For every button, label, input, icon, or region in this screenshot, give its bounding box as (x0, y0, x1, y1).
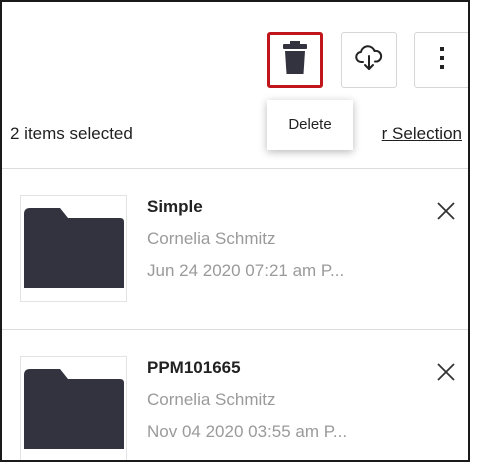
delete-button[interactable] (267, 32, 323, 88)
trash-icon (283, 40, 307, 80)
remove-item-button[interactable] (434, 199, 458, 223)
item-name: PPM101665 (147, 358, 241, 377)
selection-bar: 2 items selected r Selection (2, 100, 468, 169)
more-vertical-icon (439, 46, 445, 75)
toolbar (2, 2, 468, 100)
item-thumbnail (20, 356, 127, 460)
item-thumbnail (20, 195, 127, 302)
list-item[interactable]: PPM101665 Cornelia Schmitz Nov 04 2020 0… (2, 330, 468, 460)
item-date: Jun 24 2020 07:21 am P... (147, 261, 345, 280)
close-icon (437, 202, 455, 220)
clear-selection-link[interactable]: r Selection (382, 124, 462, 144)
item-owner: Cornelia Schmitz (147, 390, 276, 409)
delete-tooltip: Delete (267, 100, 353, 150)
cloud-download-icon (354, 43, 384, 78)
close-icon (437, 363, 455, 381)
selection-panel: 2 items selected r Selection Delete Simp… (0, 0, 470, 462)
more-options-button[interactable] (414, 32, 468, 88)
download-button[interactable] (341, 32, 397, 88)
list-item[interactable]: Simple Cornelia Schmitz Jun 24 2020 07:2… (2, 169, 468, 330)
item-owner: Cornelia Schmitz (147, 229, 276, 248)
item-name: Simple (147, 197, 203, 216)
selection-count: 2 items selected (10, 124, 133, 143)
item-date: Nov 04 2020 03:55 am P... (147, 422, 348, 441)
remove-item-button[interactable] (434, 360, 458, 384)
